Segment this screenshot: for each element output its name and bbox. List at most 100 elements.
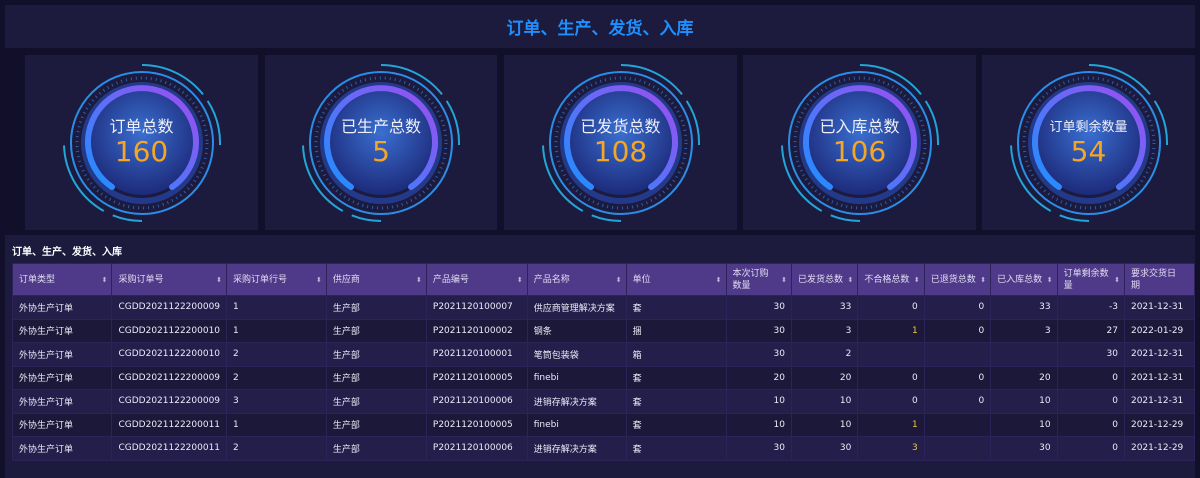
table-cell: 2 xyxy=(790,342,859,367)
table-cell: 30 xyxy=(790,436,859,461)
column-header[interactable]: 本次订购数量 ⬍ xyxy=(725,263,792,296)
column-header-label: 本次订购数量 xyxy=(732,268,769,291)
table-cell: 套 xyxy=(625,295,727,320)
table-cell: 0 xyxy=(923,389,992,414)
table-cell: 0 xyxy=(857,365,925,390)
table-cell: 外协生产订单 xyxy=(11,318,113,343)
column-header-label: 不合格总数 xyxy=(864,274,910,285)
table-cell: 1 xyxy=(857,318,925,343)
table-cell: finebi xyxy=(526,365,627,390)
table-cell: 3 xyxy=(990,318,1058,343)
table-row[interactable]: 外协生产订单 CGDD2021122200010 2 生产部 P202112010000… xyxy=(11,342,1196,367)
table-cell: P2021120100002 xyxy=(425,318,528,343)
column-header-label: 单位 xyxy=(632,274,651,285)
sort-icon[interactable]: ⬍ xyxy=(416,274,422,286)
table-cell: 生产部 xyxy=(325,342,427,367)
page-header: 订单、生产、发货、入库 xyxy=(5,5,1195,48)
sort-icon[interactable]: ⬍ xyxy=(1114,274,1120,286)
sort-icon[interactable]: ⬍ xyxy=(716,274,722,286)
table-row[interactable]: 外协生产订单 CGDD2021122200011 2 生产部 P202112010000… xyxy=(11,436,1196,461)
sort-icon[interactable]: ⬍ xyxy=(1047,274,1053,286)
column-header[interactable]: 单位 ⬍ xyxy=(625,263,727,296)
table-cell: 2021-12-31 xyxy=(1123,365,1196,390)
table-cell xyxy=(857,342,925,367)
kpi-label: 订单剩余数量 xyxy=(1049,120,1128,135)
table-cell: 10 xyxy=(990,389,1058,414)
table-cell: 33 xyxy=(790,295,859,320)
column-header[interactable]: 要求交货日期 xyxy=(1123,263,1196,296)
table-row[interactable]: 外协生产订单 CGDD2021122200011 1 生产部 P202112010000… xyxy=(11,412,1196,437)
table-row[interactable]: 外协生产订单 CGDD2021122200009 2 生产部 P202112010000… xyxy=(11,365,1196,390)
column-header-label: 订单剩余数量 xyxy=(1063,268,1109,291)
table-row[interactable]: 外协生产订单 CGDD2021122200009 1 生产部 P202112010000… xyxy=(11,295,1196,320)
table-cell: 进销存解决方案 xyxy=(526,436,627,461)
sort-icon[interactable]: ⬍ xyxy=(980,274,986,286)
table-cell: 0 xyxy=(923,318,992,343)
table-cell: 外协生产订单 xyxy=(11,412,113,437)
sort-icon[interactable]: ⬍ xyxy=(102,274,108,286)
table-row[interactable]: 外协生产订单 CGDD2021122200009 3 生产部 P202112010000… xyxy=(11,389,1196,414)
column-header[interactable]: 已退货总数 ⬍ xyxy=(923,263,992,296)
orders-table-panel: 订单、生产、发货、入库 订单类型 ⬍ 采购订单号 ⬍ 采购订单行号 ⬍ 供应商 ⬍ 产品编号 ⬍ 产… xyxy=(5,235,1196,478)
column-header[interactable]: 产品名称 ⬍ xyxy=(526,263,627,296)
kpi-value: 54 xyxy=(1070,135,1107,168)
sort-icon[interactable]: ⬍ xyxy=(216,274,222,286)
table-cell: CGDD2021122200009 xyxy=(111,365,228,390)
kpi-value: 108 xyxy=(593,135,648,168)
sort-icon[interactable]: ⬍ xyxy=(781,274,787,286)
kpi-value: 5 xyxy=(372,135,390,168)
column-header[interactable]: 订单剩余数量 ⬍ xyxy=(1056,263,1125,296)
table-cell: 外协生产订单 xyxy=(11,295,113,320)
table-row[interactable]: 外协生产订单 CGDD2021122200010 1 生产部 P202112010000… xyxy=(11,318,1196,343)
column-header[interactable]: 已入库总数 ⬍ xyxy=(990,263,1058,296)
table-cell: 外协生产订单 xyxy=(11,365,113,390)
table-cell: 钢条 xyxy=(526,318,627,343)
kpi-card: 订单剩余数量 54 xyxy=(982,55,1195,230)
table-cell: 1 xyxy=(226,412,327,437)
column-header-label: 已入库总数 xyxy=(997,274,1043,285)
column-header[interactable]: 采购订单号 ⬍ xyxy=(111,263,228,296)
column-header[interactable]: 已发货总数 ⬍ xyxy=(790,263,859,296)
column-header-label: 要求交货日期 xyxy=(1130,268,1176,291)
table-cell: CGDD2021122200011 xyxy=(111,412,228,437)
column-header[interactable]: 订单类型 ⬍ xyxy=(11,263,113,296)
column-header[interactable]: 不合格总数 ⬍ xyxy=(857,263,925,296)
table-cell: 3 xyxy=(790,318,859,343)
table-cell: -3 xyxy=(1056,295,1125,320)
table-cell: 0 xyxy=(857,389,925,414)
table-cell: 2022-01-29 xyxy=(1123,318,1196,343)
table-cell: 3 xyxy=(857,436,925,461)
table-cell: 20 xyxy=(990,365,1058,390)
column-header[interactable]: 供应商 ⬍ xyxy=(325,263,427,296)
sort-icon[interactable]: ⬍ xyxy=(616,274,622,286)
table-cell: P2021120100001 xyxy=(425,342,528,367)
table-cell: CGDD2021122200010 xyxy=(111,342,228,367)
column-header-label: 订单类型 xyxy=(19,274,56,285)
column-header-label: 采购订单号 xyxy=(118,274,164,285)
table-cell: 20 xyxy=(790,365,859,390)
column-header-label: 采购订单行号 xyxy=(233,274,288,285)
column-header[interactable]: 采购订单行号 ⬍ xyxy=(226,263,327,296)
table-title: 订单、生产、发货、入库 xyxy=(12,247,122,258)
table-cell: 30 xyxy=(990,436,1058,461)
table-cell: 生产部 xyxy=(325,389,427,414)
sort-icon[interactable]: ⬍ xyxy=(316,274,322,286)
sort-icon[interactable]: ⬍ xyxy=(847,274,853,286)
table-cell: 供应商管理解决方案 xyxy=(526,295,627,320)
table-cell xyxy=(923,436,992,461)
column-header[interactable]: 产品编号 ⬍ xyxy=(425,263,528,296)
column-header-label: 产品名称 xyxy=(533,274,570,285)
sort-icon[interactable]: ⬍ xyxy=(517,274,523,286)
table-cell: 生产部 xyxy=(325,365,427,390)
table-cell: 2 xyxy=(226,342,327,367)
table-cell: 27 xyxy=(1056,318,1125,343)
table-cell: 0 xyxy=(1056,389,1125,414)
column-header-label: 已发货总数 xyxy=(797,274,843,285)
table-cell: 0 xyxy=(1056,365,1125,390)
kpi-label: 已生产总数 xyxy=(340,117,421,136)
table-cell: 生产部 xyxy=(325,295,427,320)
kpi-card: 已发货总数 108 xyxy=(504,55,737,230)
sort-icon[interactable]: ⬍ xyxy=(914,274,920,286)
table-cell: 套 xyxy=(625,365,727,390)
table-cell: 33 xyxy=(990,295,1058,320)
